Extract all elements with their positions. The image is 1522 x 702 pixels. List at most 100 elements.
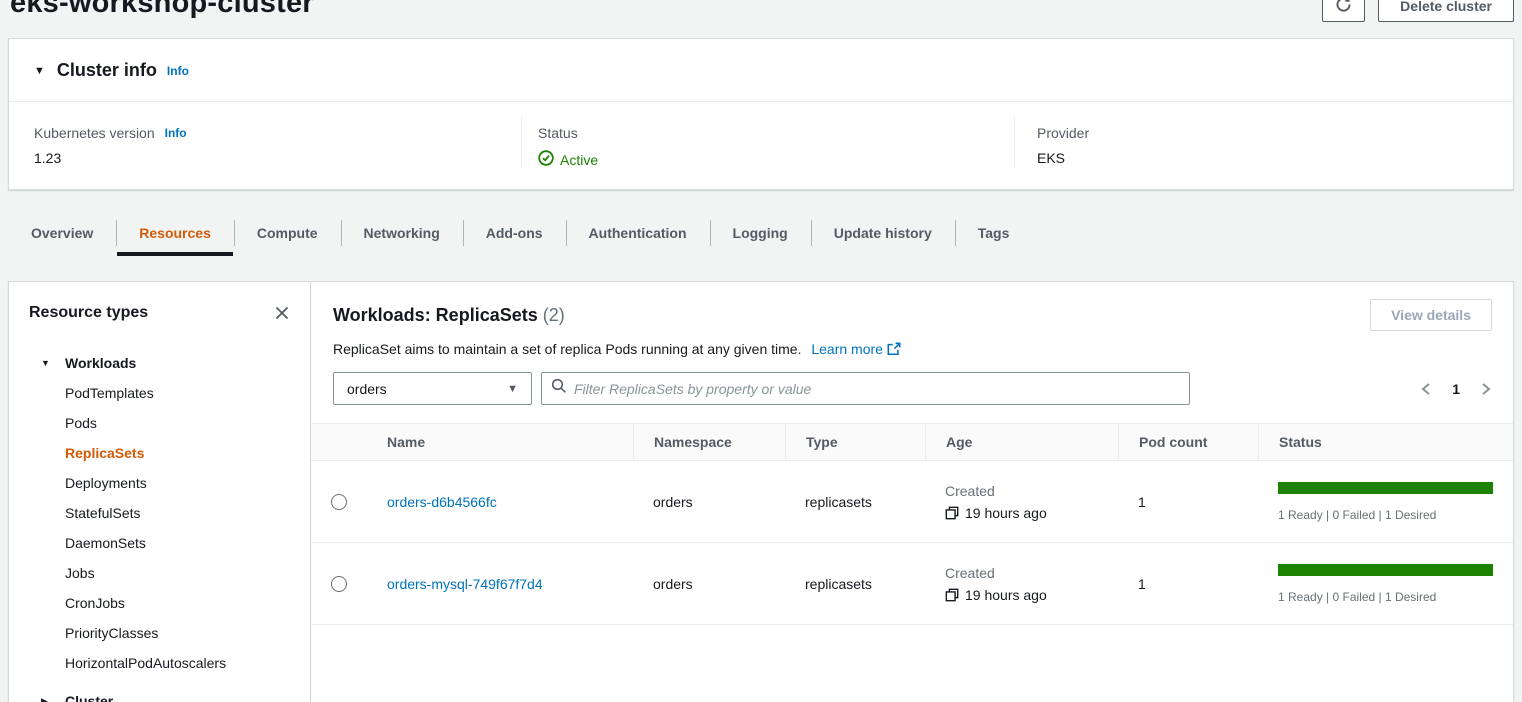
close-icon[interactable] [274,305,290,321]
sidebar-item-horizontalpodautoscalers[interactable]: HorizontalPodAutoscalers [9,648,310,678]
status-label: Status [538,125,578,141]
tab-compute[interactable]: Compute [234,210,341,256]
replicaset-name-link[interactable]: orders-mysql-749f67f7d4 [387,576,543,592]
page-number[interactable]: 1 [1448,381,1464,397]
sidebar-item-statefulsets[interactable]: StatefulSets [9,498,310,528]
eks-cluster-page: eks-workshop-cluster Delete cluster ▼ Cl… [0,0,1522,702]
kubernetes-version-label: Kubernetes version [34,125,155,141]
column-header-pod-count: Pod count [1118,424,1258,460]
resources-split-panels: Resource types ▼ Workloads PodTemplates … [8,281,1514,702]
copy-icon[interactable] [945,506,959,520]
page-header: eks-workshop-cluster Delete cluster [0,0,1522,28]
collapse-caret-icon[interactable]: ▼ [34,65,45,77]
table-row: orders-d6b4566fc orders replicasets Crea… [311,461,1513,543]
tab-logging[interactable]: Logging [710,210,811,256]
replicaset-name-link[interactable]: orders-d6b4566fc [387,494,497,510]
learn-more-link[interactable]: Learn more [811,341,883,357]
cluster-info-body: Kubernetes version Info 1.23 Status Acti… [9,102,1513,189]
status-text: 1 Ready | 0 Failed | 1 Desired [1278,508,1493,522]
sidebar-item-podtemplates[interactable]: PodTemplates [9,378,310,408]
delete-cluster-button[interactable]: Delete cluster [1378,0,1514,22]
status-text: 1 Ready | 0 Failed | 1 Desired [1278,590,1493,604]
search-box [541,372,1190,405]
cluster-info-header: ▼ Cluster info Info [9,39,1513,101]
refresh-button[interactable] [1322,0,1365,22]
cell-pod-count: 1 [1118,543,1258,624]
external-link-icon [887,342,901,359]
radio-button[interactable] [331,494,347,510]
provider-label: Provider [1037,125,1089,141]
tree-group-workloads[interactable]: ▼ Workloads [9,348,310,378]
kubernetes-version-value: 1.23 [34,150,521,166]
tab-authentication[interactable]: Authentication [566,210,710,256]
table-row: orders-mysql-749f67f7d4 orders replicase… [311,543,1513,625]
sidebar-item-pods[interactable]: Pods [9,408,310,438]
replicasets-title: Workloads: ReplicaSets (2) [333,305,565,326]
tab-update-history[interactable]: Update history [811,210,955,256]
cell-type: replicasets [785,543,925,624]
tab-add-ons[interactable]: Add-ons [463,210,566,256]
filter-row: orders ▼ 1 [311,359,1513,405]
cluster-info-title: Cluster info [57,60,157,81]
dropdown-caret-icon: ▼ [507,383,518,395]
cell-age: Created 19 hours ago [925,461,1118,542]
tab-overview[interactable]: Overview [8,210,116,256]
cell-age: Created 19 hours ago [925,543,1118,624]
cluster-tabs: Overview Resources Compute Networking Ad… [8,210,1032,256]
sidebar-item-priorityclasses[interactable]: PriorityClasses [9,618,310,648]
status-bar [1278,564,1493,576]
tab-tags[interactable]: Tags [955,210,1033,256]
tab-networking[interactable]: Networking [341,210,463,256]
cell-status: 1 Ready | 0 Failed | 1 Desired [1258,543,1513,624]
replicasets-panel: Workloads: ReplicaSets (2) View details … [311,281,1514,702]
table-header-row: Name Namespace Type Age Pod count Status [311,423,1513,461]
triangle-right-icon: ▶ [41,696,65,702]
sidebar-item-replicasets[interactable]: ReplicaSets [9,438,310,468]
chevron-left-icon[interactable] [1420,382,1432,396]
resource-types-title: Resource types [29,304,148,322]
column-header-namespace: Namespace [633,424,785,460]
sidebar-item-daemonsets[interactable]: DaemonSets [9,528,310,558]
cell-pod-count: 1 [1118,461,1258,542]
header-actions: Delete cluster [1322,0,1514,22]
kubernetes-version-info-link[interactable]: Info [165,126,187,140]
column-header-type: Type [785,424,925,460]
selection-column-header [311,424,367,460]
cell-type: replicasets [785,461,925,542]
column-header-status: Status [1258,424,1513,460]
status-value: Active [560,152,598,168]
replicasets-description: ReplicaSet aims to maintain a set of rep… [311,331,1513,359]
cell-status: 1 Ready | 0 Failed | 1 Desired [1258,461,1513,542]
resource-types-tree: ▼ Workloads PodTemplates Pods ReplicaSet… [9,348,310,702]
tab-resources[interactable]: Resources [116,210,234,256]
chevron-right-icon[interactable] [1480,382,1492,396]
sidebar-item-deployments[interactable]: Deployments [9,468,310,498]
cluster-info-info-link[interactable]: Info [167,64,189,78]
status-bar [1278,482,1493,494]
search-icon [551,378,567,399]
cluster-info-card: ▼ Cluster info Info Kubernetes version I… [8,38,1514,190]
namespace-select[interactable]: orders ▼ [333,372,532,405]
replicasets-count: (2) [543,305,565,325]
column-header-name: Name [367,424,633,460]
namespace-select-value: orders [347,381,387,397]
replicasets-table: Name Namespace Type Age Pod count Status… [311,423,1513,625]
sidebar-item-cronjobs[interactable]: CronJobs [9,588,310,618]
refresh-icon [1335,0,1352,16]
provider-field: Provider EKS [1014,116,1494,169]
filter-search-input[interactable] [574,381,1180,397]
status-field: Status Active [521,116,1014,169]
page-title: eks-workshop-cluster [10,0,314,20]
sidebar-item-jobs[interactable]: Jobs [9,558,310,588]
cell-namespace: orders [633,461,785,542]
pagination: 1 [1420,381,1492,397]
provider-value: EKS [1037,150,1494,166]
column-header-age: Age [925,424,1118,460]
radio-button[interactable] [331,576,347,592]
check-circle-icon [538,150,554,169]
copy-icon[interactable] [945,588,959,602]
kubernetes-version-field: Kubernetes version Info 1.23 [9,116,521,169]
view-details-button[interactable]: View details [1370,299,1492,331]
resource-types-sidebar: Resource types ▼ Workloads PodTemplates … [8,281,311,702]
tree-group-cluster[interactable]: ▶ Cluster [9,686,310,702]
